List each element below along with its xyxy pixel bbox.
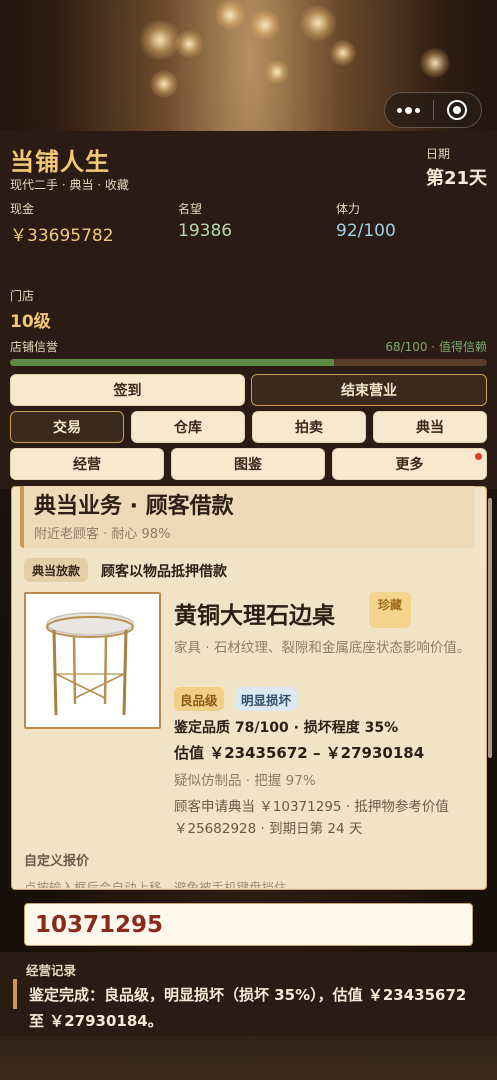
damage-badge: 明显损坏 <box>235 687 298 711</box>
tab-auction[interactable]: 拍卖 <box>252 411 366 443</box>
custom-offer-hint: 点按输入框后会自动上移，避免被手机键盘挡住。 <box>24 880 300 888</box>
date-value: 第21天 <box>426 168 488 189</box>
item-name: 黄铜大理石边桌 <box>174 603 335 629</box>
shop-level-label: 门店 <box>10 289 35 303</box>
close-target-icon[interactable] <box>434 93 482 127</box>
grade-badge: 良品级 <box>174 687 224 711</box>
tab-warehouse[interactable]: 仓库 <box>131 411 245 443</box>
tab-trade[interactable]: 交易 <box>10 411 124 443</box>
checkin-button[interactable]: 签到 <box>10 374 245 406</box>
date-label: 日期 <box>426 147 451 161</box>
cash-value: ￥33695782 <box>10 226 114 246</box>
fame-label: 名望 <box>178 202 203 216</box>
reputation-progress-fill <box>10 359 335 366</box>
close-shop-button[interactable]: 结束营业 <box>251 374 487 406</box>
estimate-range: 估值 ￥23435672 – ￥27930184 <box>174 744 425 762</box>
tab-more[interactable]: 更多 <box>332 448 487 480</box>
item-description: 家具 · 石材纹理、裂隙和金属底座状态影响价值。 <box>174 640 471 656</box>
section-subtitle: 附近老顾客 · 耐心 98% <box>34 527 171 542</box>
appraisal-result: 鉴定品质 78/100 · 损坏程度 35% <box>174 720 399 736</box>
tab-pawn[interactable]: 典当 <box>373 411 487 443</box>
stamina-label: 体力 <box>336 202 361 216</box>
section-title: 典当业务 · 顾客借款 <box>34 494 234 519</box>
customer-request: 顾客申请典当 ￥10371295 · 抵押物参考价值 ￥25682928 · 到… <box>174 799 449 837</box>
reputation-label: 店铺信誉 <box>10 340 59 354</box>
more-dots-icon[interactable] <box>385 93 433 127</box>
log-entry: 鉴定完成：良品级，明显损坏（损坏 35%），估值 ￥23435672 至 ￥27… <box>29 986 467 1030</box>
app-subtitle: 现代二手 · 典当 · 收藏 <box>10 178 129 192</box>
deal-type-tag: 典当放款 <box>24 558 89 582</box>
app-title: 当铺人生 <box>10 148 110 176</box>
miniprogram-capsule <box>384 92 482 128</box>
custom-offer-label: 自定义报价 <box>24 854 90 869</box>
reputation-status: 68/100 · 值得信赖 <box>385 340 487 354</box>
reputation-progress-bar <box>10 359 487 366</box>
log-accent-bar <box>13 979 17 1009</box>
tab-manage[interactable]: 经营 <box>10 448 164 480</box>
notification-dot-icon <box>475 453 482 460</box>
suspicion-note: 疑似仿制品 · 把握 97% <box>174 773 316 789</box>
cash-label: 现金 <box>10 202 35 216</box>
card-scrollbar[interactable] <box>488 498 492 758</box>
offer-price-input[interactable] <box>24 903 473 946</box>
rarity-badge: 珍藏 <box>369 592 411 628</box>
stamina-value: 92/100 <box>336 221 396 241</box>
tab-more-label: 更多 <box>395 457 424 473</box>
deal-description: 顾客以物品抵押借款 <box>101 564 227 580</box>
log-title: 经营记录 <box>26 963 77 978</box>
shop-level-value: 10级 <box>10 312 51 332</box>
side-table-image <box>24 592 161 729</box>
fame-value: 19386 <box>178 221 233 241</box>
tab-catalog[interactable]: 图鉴 <box>171 448 325 480</box>
